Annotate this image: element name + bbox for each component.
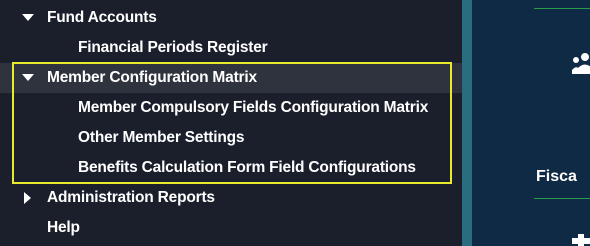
nav-item-label: Fund Accounts [47,9,157,26]
caret-down-icon[interactable] [22,14,34,21]
nav-item-label: Administration Reports [47,189,215,206]
navigation-menu: Fund Accounts Financial Periods Register… [0,0,462,246]
nav-item-other-member-settings[interactable]: Other Member Settings [0,123,462,153]
caret-right-icon[interactable] [24,192,31,204]
nav-item-help[interactable]: Help [0,213,462,243]
nav-item-label: Help [47,219,80,236]
card-title: Fisca [536,168,577,185]
accent-divider [534,8,590,9]
caret-down-icon[interactable] [22,74,34,81]
nav-item-administration-reports[interactable]: Administration Reports [0,183,462,213]
users-icon [572,53,590,74]
nav-item-label: Financial Periods Register [78,39,268,56]
nav-item-member-compulsory-fields[interactable]: Member Compulsory Fields Configuration M… [0,93,462,123]
nav-item-financial-periods-register[interactable]: Financial Periods Register [0,33,462,63]
dashboard-panel: Fisca [472,0,590,246]
nav-item-member-configuration-matrix[interactable]: Member Configuration Matrix [0,63,462,93]
nav-item-fund-accounts[interactable]: Fund Accounts [0,3,462,33]
nav-item-benefits-calculation-form[interactable]: Benefits Calculation Form Field Configur… [0,153,462,183]
nav-item-label: Benefits Calculation Form Field Configur… [78,159,416,176]
panel-divider [462,0,472,246]
accent-divider [534,198,590,199]
nav-item-label: Member Compulsory Fields Configuration M… [78,99,429,116]
nav-item-label: Other Member Settings [78,129,245,146]
plus-icon [572,234,590,246]
nav-item-label: Member Configuration Matrix [47,69,257,86]
